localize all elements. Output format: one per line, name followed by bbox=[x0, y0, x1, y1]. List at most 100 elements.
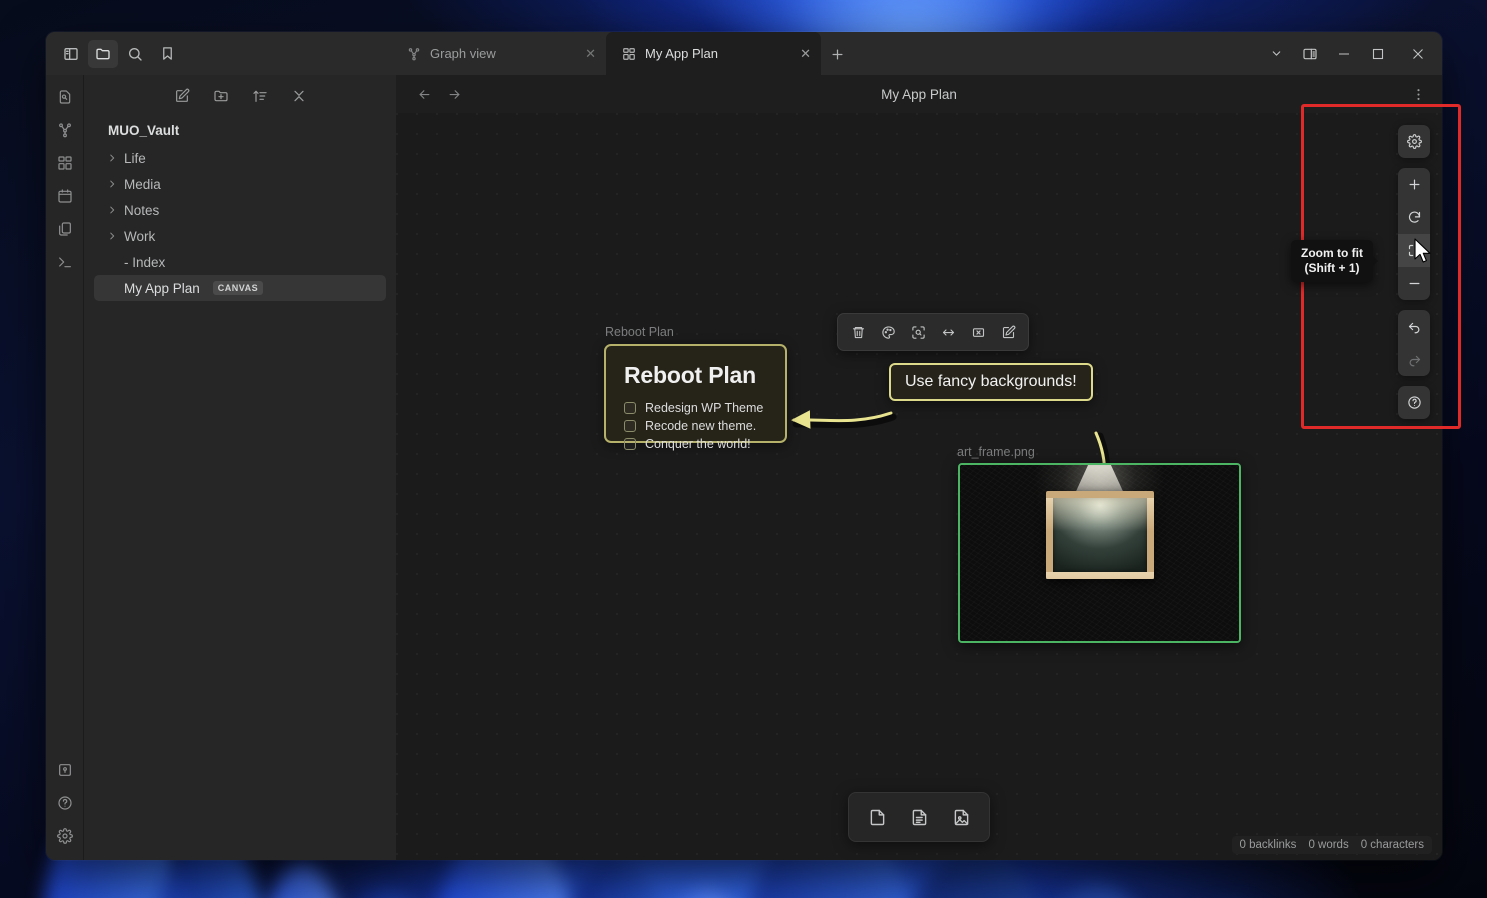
add-note-icon[interactable] bbox=[901, 801, 937, 833]
tree-item-label: Media bbox=[124, 177, 161, 192]
todo-label: Redesign WP Theme bbox=[645, 401, 763, 415]
search-icon[interactable] bbox=[120, 40, 150, 68]
checkbox-icon[interactable] bbox=[624, 438, 636, 450]
file-explorer: MUO_Vault Life Media bbox=[83, 75, 396, 860]
checkbox-icon[interactable] bbox=[624, 420, 636, 432]
more-options-icon[interactable] bbox=[1406, 82, 1430, 106]
toggle-left-sidebar-icon[interactable] bbox=[56, 40, 86, 68]
tab-label: Graph view bbox=[430, 46, 576, 61]
canvas-help-icon[interactable] bbox=[1398, 386, 1430, 419]
back-arrow-icon[interactable] bbox=[412, 82, 436, 106]
palette-icon[interactable] bbox=[874, 319, 902, 345]
canvas-add-toolbar bbox=[848, 792, 990, 842]
templates-icon[interactable] bbox=[52, 217, 78, 241]
canvas-help-group bbox=[1398, 386, 1430, 419]
node-file-label-reboot-plan: Reboot Plan bbox=[605, 325, 674, 339]
tab-my-app-plan[interactable]: My App Plan ✕ bbox=[606, 32, 821, 75]
todo-item[interactable]: Redesign WP Theme bbox=[624, 401, 767, 415]
graph-icon bbox=[407, 47, 421, 61]
tree-item-index[interactable]: - Index bbox=[94, 249, 386, 275]
canvas-icon bbox=[622, 47, 636, 61]
redo-button[interactable] bbox=[1398, 343, 1430, 376]
canvas-surface[interactable]: Reboot Plan Reboot Plan Redesign WP Them… bbox=[396, 113, 1442, 860]
close-icon[interactable]: ✕ bbox=[585, 46, 596, 62]
tree-item-my-app-plan[interactable]: My App Plan CANVAS bbox=[94, 275, 386, 301]
quick-switcher-icon[interactable] bbox=[52, 85, 78, 109]
bookmark-icon[interactable] bbox=[152, 40, 182, 68]
todo-label: Conquer the world! bbox=[645, 437, 751, 451]
tooltip-line-2: (Shift + 1) bbox=[1301, 261, 1363, 276]
status-bar: 0 backlinks 0 words 0 characters bbox=[1232, 836, 1432, 854]
left-icon-rail bbox=[46, 75, 83, 860]
zoom-to-selection-icon[interactable] bbox=[904, 319, 932, 345]
callout-card[interactable]: Use fancy backgrounds! bbox=[889, 363, 1093, 401]
character-count: 0 characters bbox=[1361, 839, 1424, 851]
sort-icon[interactable] bbox=[247, 84, 273, 108]
zoom-to-fit-button[interactable] bbox=[1398, 234, 1430, 267]
canvas-badge: CANVAS bbox=[213, 281, 263, 295]
vault-switcher-icon[interactable] bbox=[52, 758, 78, 782]
tree-item-media[interactable]: Media bbox=[94, 171, 386, 197]
history-button-group bbox=[1398, 310, 1430, 376]
image-content bbox=[960, 465, 1239, 641]
remove-link-icon[interactable] bbox=[964, 319, 992, 345]
todo-item[interactable]: Recode new theme. bbox=[624, 419, 767, 433]
collapse-all-icon[interactable] bbox=[286, 84, 312, 108]
tree-item-label: My App Plan bbox=[124, 281, 200, 296]
canvas-zoom-controls bbox=[1398, 125, 1430, 419]
minimize-button[interactable] bbox=[1327, 32, 1361, 75]
canvas-edges bbox=[396, 113, 1442, 860]
canvas-icon[interactable] bbox=[52, 151, 78, 175]
tree-item-life[interactable]: Life bbox=[94, 145, 386, 171]
add-card-icon[interactable] bbox=[859, 801, 895, 833]
canvas-settings-icon[interactable] bbox=[1398, 125, 1430, 158]
title-bar: Graph view ✕ My App Plan ✕ bbox=[46, 32, 1442, 75]
new-tab-button[interactable] bbox=[821, 36, 853, 72]
note-heading: Reboot Plan bbox=[624, 362, 767, 389]
folder-icon[interactable] bbox=[88, 40, 118, 68]
tree-item-notes[interactable]: Notes bbox=[94, 197, 386, 223]
arrow-both-icon[interactable] bbox=[934, 319, 962, 345]
chevron-right-icon bbox=[106, 205, 118, 215]
new-note-icon[interactable] bbox=[169, 84, 195, 108]
window-body: MUO_Vault Life Media bbox=[46, 75, 1442, 860]
graph-view-icon[interactable] bbox=[52, 118, 78, 142]
zoom-to-fit-tooltip: Zoom to fit (Shift + 1) bbox=[1291, 240, 1373, 282]
tab-label: My App Plan bbox=[645, 46, 791, 61]
daily-note-icon[interactable] bbox=[52, 184, 78, 208]
close-button[interactable] bbox=[1395, 32, 1440, 75]
terminal-icon[interactable] bbox=[52, 250, 78, 274]
new-folder-icon[interactable] bbox=[208, 84, 234, 108]
explorer-toolbar bbox=[84, 75, 396, 111]
image-node-art-frame[interactable] bbox=[958, 463, 1241, 643]
canvas-settings-group bbox=[1398, 125, 1430, 158]
help-icon[interactable] bbox=[52, 791, 78, 815]
window-controls bbox=[1259, 32, 1442, 75]
tree-item-work[interactable]: Work bbox=[94, 223, 386, 249]
checkbox-icon[interactable] bbox=[624, 402, 636, 414]
zoom-out-button[interactable] bbox=[1398, 267, 1430, 300]
tree-item-label: Work bbox=[124, 229, 155, 244]
tab-graph-view[interactable]: Graph view ✕ bbox=[391, 32, 606, 75]
main-view: My App Plan bbox=[396, 75, 1442, 860]
maximize-button[interactable] bbox=[1361, 32, 1395, 75]
tree-item-label: - Index bbox=[124, 255, 165, 270]
undo-button[interactable] bbox=[1398, 310, 1430, 343]
titlebar-left-tools bbox=[46, 32, 391, 75]
note-card-reboot-plan[interactable]: Reboot Plan Redesign WP Theme Recode new… bbox=[604, 344, 787, 443]
add-image-icon[interactable] bbox=[943, 801, 979, 833]
forward-arrow-icon[interactable] bbox=[442, 82, 466, 106]
tab-list-chevron-icon[interactable] bbox=[1259, 32, 1293, 75]
tab-strip: Graph view ✕ My App Plan ✕ bbox=[391, 32, 1259, 75]
toggle-right-sidebar-icon[interactable] bbox=[1293, 32, 1327, 75]
edit-icon[interactable] bbox=[994, 319, 1022, 345]
delete-icon[interactable] bbox=[844, 319, 872, 345]
close-icon[interactable]: ✕ bbox=[800, 46, 811, 62]
reset-zoom-button[interactable] bbox=[1398, 201, 1430, 234]
zoom-in-button[interactable] bbox=[1398, 168, 1430, 201]
settings-icon[interactable] bbox=[52, 824, 78, 848]
picture-frame bbox=[1046, 491, 1154, 579]
vault-name: MUO_Vault bbox=[84, 111, 396, 145]
chevron-right-icon bbox=[106, 179, 118, 189]
todo-item[interactable]: Conquer the world! bbox=[624, 437, 767, 451]
